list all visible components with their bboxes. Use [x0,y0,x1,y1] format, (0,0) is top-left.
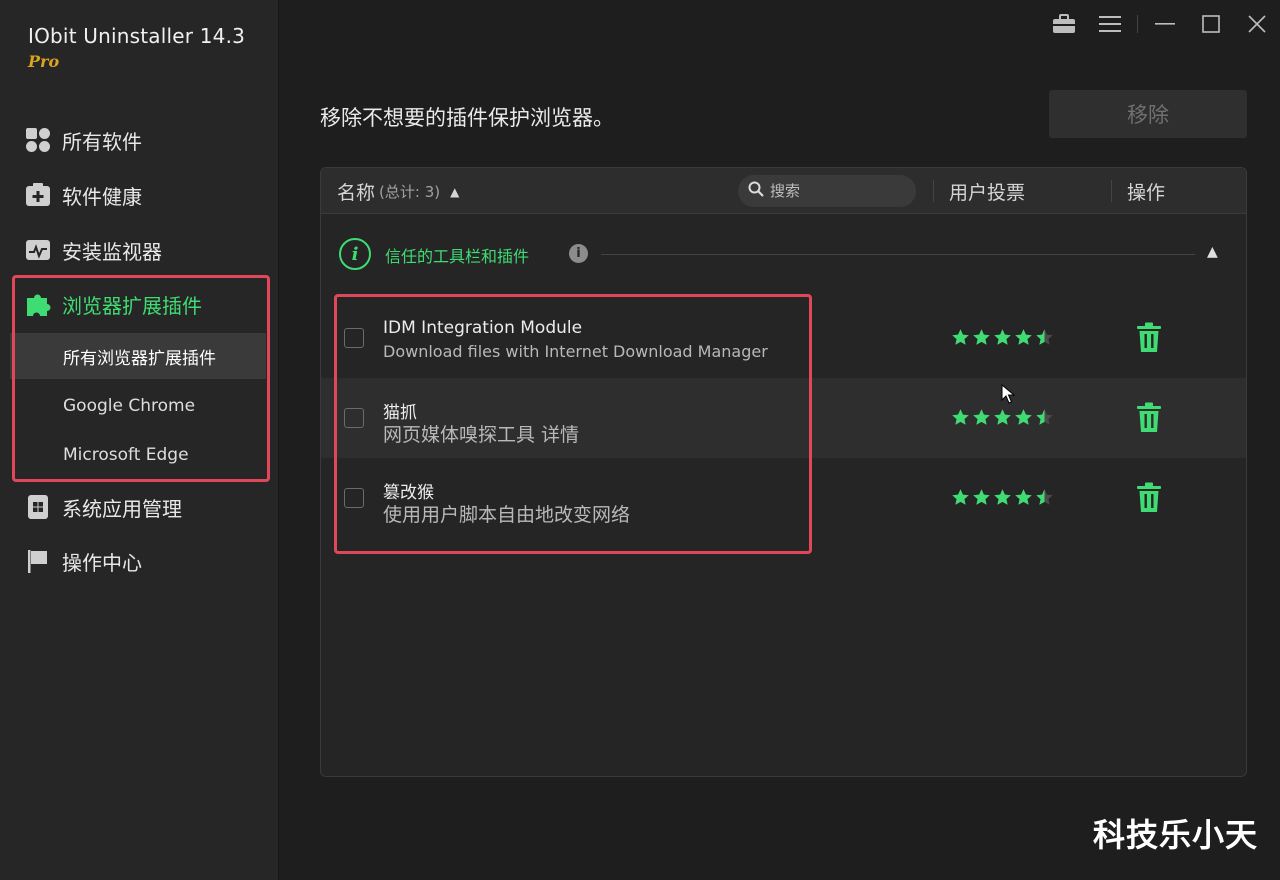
sub-item-all-extensions[interactable]: 所有浏览器扩展插件 [10,333,266,379]
page-headline: 移除不想要的插件保护浏览器。 [320,106,614,130]
monitor-pulse-icon [24,236,52,264]
total-count: (总计: 3) [379,183,441,201]
sub-item-microsoft-edge[interactable]: Microsoft Edge [10,432,266,478]
sub-item-label: Google Chrome [63,396,196,416]
extension-row[interactable]: IDM Integration Module Download files wi… [321,298,1246,378]
windows-app-icon [24,493,52,521]
search-input[interactable] [770,182,910,200]
controls-divider [1137,15,1138,33]
nav-install-monitor[interactable]: 安装监视器 [24,230,162,270]
info-icon[interactable]: i [569,244,588,263]
maximize-icon[interactable] [1188,8,1234,40]
nav-system-apps[interactable]: 系统应用管理 [24,487,182,527]
trash-icon[interactable] [1135,322,1163,354]
star-icon [994,409,1011,425]
grid-apps-icon [24,126,52,154]
close-icon[interactable] [1234,8,1280,40]
star-icon [1036,489,1053,505]
star-icon [1036,409,1053,425]
collapse-arrow-icon[interactable]: ▲ [1207,244,1218,260]
row-checkbox[interactable] [344,328,364,348]
row-checkbox[interactable] [344,408,364,428]
brand: IObit Uninstaller 14.3 Pro [28,24,245,71]
star-icon [952,409,969,425]
table-header: 名称 (总计: 3) ▲ 用户投票 操作 [321,168,1246,214]
rating-stars [951,328,1054,348]
sub-item-label: Microsoft Edge [63,445,189,465]
star-icon [1015,489,1032,505]
app-title: IObit Uninstaller 14.3 [28,24,246,48]
nav-browser-extensions[interactable]: 浏览器扩展插件 [24,284,202,324]
extension-description: 网页媒体嗅探工具 详情 [383,424,580,446]
star-icon [952,329,969,345]
star-icon [994,489,1011,505]
trusted-group-row: i 信任的工具栏和插件 i ▲ [321,234,1246,274]
mouse-cursor-icon [1001,383,1016,408]
flag-icon [24,547,52,575]
nav-label: 浏览器扩展插件 [62,293,202,318]
nav-label: 操作中心 [62,550,142,575]
action-column-header: 操作 [1127,182,1166,204]
name-header-label: 名称 [337,182,376,204]
extensions-panel: 名称 (总计: 3) ▲ 用户投票 操作 i 信任的工具栏和插件 i ▲ IDM… [320,167,1247,777]
menu-icon[interactable] [1087,8,1133,40]
sub-item-google-chrome[interactable]: Google Chrome [10,383,266,429]
nav-label: 所有软件 [62,129,142,154]
health-kit-icon [24,181,52,209]
star-icon [973,329,990,345]
nav-action-center[interactable]: 操作中心 [24,541,142,581]
trash-icon[interactable] [1135,482,1163,514]
extension-description: 使用用户脚本自由地改变网络 [383,504,631,526]
star-icon [952,489,969,505]
extension-description: Download files with Internet Download Ma… [383,342,768,361]
nav-software-health[interactable]: 软件健康 [24,175,142,215]
extension-row[interactable]: 猫抓 网页媒体嗅探工具 详情 [321,378,1246,458]
name-column-header[interactable]: 名称 (总计: 3) ▲ [337,178,459,205]
star-icon [973,489,990,505]
search-box[interactable] [738,175,916,207]
column-divider [933,180,934,202]
sidebar: IObit Uninstaller 14.3 Pro 所有软件 软件健康 安装监… [0,0,279,880]
trusted-info-icon: i [339,238,371,270]
rating-stars [951,488,1054,508]
search-icon [748,181,764,201]
window-controls [1041,8,1280,40]
sort-up-icon[interactable]: ▲ [450,185,459,199]
star-icon [973,409,990,425]
star-icon [1015,409,1032,425]
group-divider [601,254,1195,255]
nav-all-software[interactable]: 所有软件 [24,120,142,160]
remove-button[interactable]: 移除 [1049,90,1247,138]
extension-name: IDM Integration Module [383,318,583,338]
star-icon [1036,329,1053,345]
pro-badge: Pro [28,52,60,71]
toolbox-icon[interactable] [1041,8,1087,40]
trash-icon[interactable] [1135,402,1163,434]
votes-column-header: 用户投票 [949,182,1026,204]
extension-row[interactable]: 篡改猴 使用用户脚本自由地改变网络 [321,458,1246,538]
star-icon [994,329,1011,345]
minimize-icon[interactable] [1142,8,1188,40]
nav-label: 系统应用管理 [62,496,182,521]
watermark: 科技乐小天 [1092,816,1258,854]
column-divider [1111,180,1112,202]
rating-stars [951,408,1054,428]
puzzle-piece-icon [24,290,52,318]
sub-item-label: 所有浏览器扩展插件 [63,348,216,369]
nav-label: 软件健康 [62,184,142,209]
row-checkbox[interactable] [344,488,364,508]
nav-label: 安装监视器 [62,239,162,264]
star-icon [1015,329,1032,345]
trusted-group-label: 信任的工具栏和插件 [385,247,530,266]
